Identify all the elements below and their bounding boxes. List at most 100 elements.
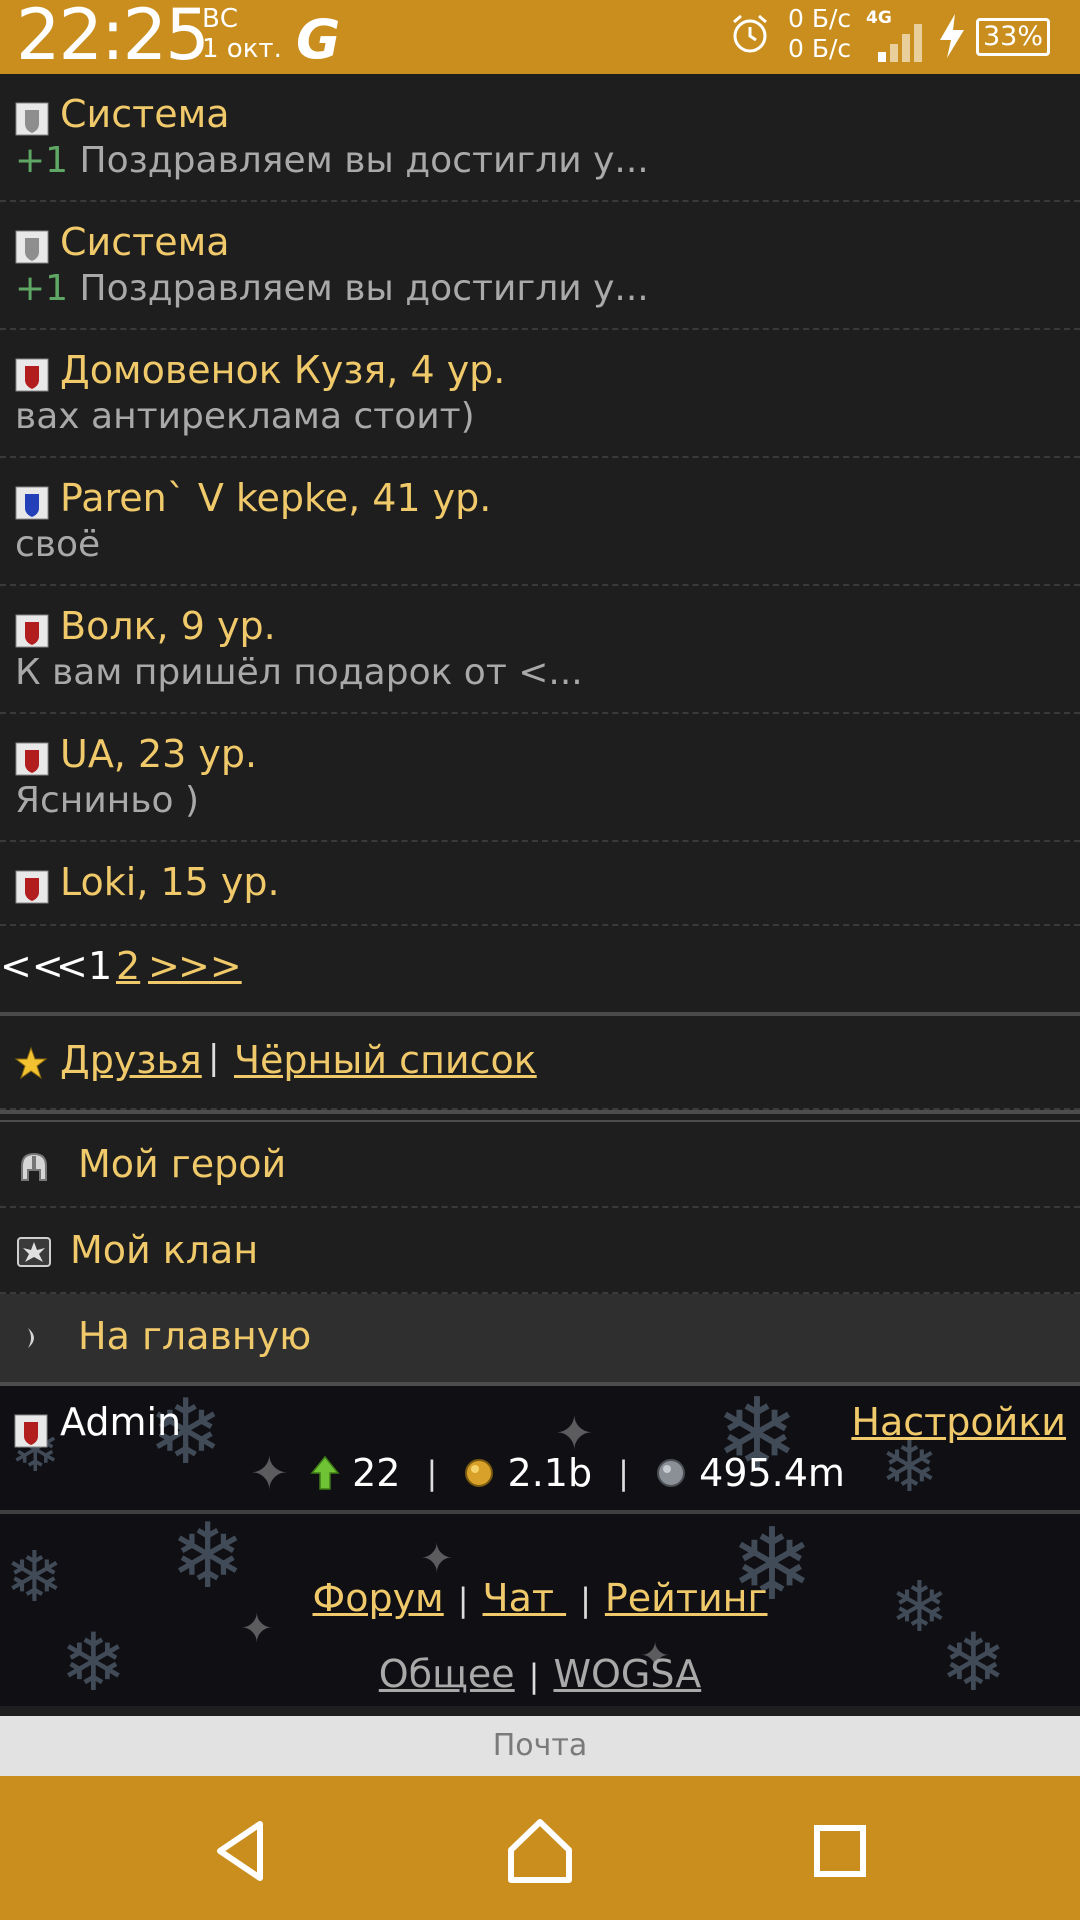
separator: |: [528, 1657, 540, 1695]
network-speed: 0 Б/с 0 Б/с: [788, 4, 851, 64]
settings-link[interactable]: Настройки: [851, 1400, 1066, 1444]
user-panel: Admin Настройки 22 | 2.1b | 495.4m: [0, 1386, 1080, 1514]
menu-label-hero: Мой герой: [78, 1142, 287, 1186]
sender-name: Система: [60, 220, 230, 264]
message-preview: К вам пришёл подарок от <...: [15, 652, 583, 693]
message-preview: своё: [15, 524, 100, 565]
unread-count: +1: [15, 268, 69, 309]
blacklist-link[interactable]: Чёрный список: [234, 1038, 537, 1082]
app-notification-icon: G: [296, 8, 341, 71]
pager-last[interactable]: >>: [178, 944, 242, 988]
message-preview: +1 Поздравляем вы достигли у...: [15, 140, 649, 181]
level-value: 22: [352, 1450, 401, 1495]
red-shield-icon: [15, 742, 49, 776]
sender-name: UA, 23 ур.: [60, 732, 258, 776]
red-shield-icon: [15, 358, 49, 392]
clock: 22:25: [16, 0, 210, 76]
separator: |: [618, 1453, 629, 1492]
message-text: К вам пришёл подарок от <...: [15, 652, 583, 693]
pagination: << < 1 2 > >>: [0, 926, 1080, 1016]
pager-next[interactable]: >: [148, 944, 180, 988]
pager-first: <<: [0, 944, 64, 988]
battery-indicator: 33%: [976, 18, 1050, 56]
signal-icon: [878, 24, 922, 62]
separator: |: [426, 1453, 438, 1492]
message-item[interactable]: Волк, 9 ур. К вам пришёл подарок от <...: [0, 586, 1080, 714]
footer-links: Форум | Чат | Рейтинг: [0, 1576, 1080, 1620]
separator: |: [580, 1581, 591, 1619]
gold-value: 2.1b: [507, 1450, 593, 1495]
browser-title-bar: Почта: [0, 1716, 1080, 1776]
sender-name: Loki, 15 ур.: [60, 860, 280, 904]
message-text: Поздравляем вы достигли у...: [68, 268, 649, 309]
clan-emblem-icon: [17, 1237, 51, 1267]
message-text: Ясниньо ): [15, 780, 200, 821]
date-block: ВС 1 окт.: [202, 4, 282, 64]
rating-link[interactable]: Рейтинг: [605, 1576, 768, 1620]
message-text: вах антиреклама стоит): [15, 396, 475, 437]
home-icon[interactable]: [505, 1816, 575, 1886]
message-preview: вах антиреклама стоит): [15, 396, 475, 437]
helmet-icon: [21, 1152, 47, 1181]
level-up-arrow-icon: [310, 1455, 340, 1490]
menu-label-clan: Мой клан: [70, 1228, 259, 1272]
wogsa-link[interactable]: WOGSA: [553, 1652, 701, 1696]
date: 1 окт.: [202, 34, 282, 64]
menu-home[interactable]: На главную: [0, 1294, 1080, 1386]
red-shield-icon: [14, 1414, 48, 1448]
forum-link[interactable]: Форум: [312, 1576, 443, 1620]
red-shield-icon: [15, 870, 49, 904]
unread-count: +1: [15, 140, 69, 181]
download-speed: 0 Б/с: [788, 34, 852, 63]
star-icon: [14, 1046, 48, 1080]
pager-current: 1: [88, 944, 113, 988]
pager-page-2[interactable]: 2: [116, 944, 140, 988]
sender-name: Волк, 9 ур.: [60, 604, 276, 648]
message-preview: Ясниньо ): [15, 780, 199, 821]
weekday: ВС: [202, 4, 238, 34]
alarm-icon: [733, 14, 767, 53]
message-list: Система +1 Поздравляем вы достигли у... Си…: [0, 74, 1080, 926]
divider: [0, 1110, 1080, 1122]
navigation-bar: [0, 1776, 1080, 1920]
menu-my-clan[interactable]: Мой клан: [0, 1208, 1080, 1294]
chevron-right-icon: [28, 1328, 34, 1348]
user-stats: 22 | 2.1b | 495.4m: [310, 1448, 845, 1495]
message-item[interactable]: Loki, 15 ур.: [0, 842, 1080, 926]
message-item[interactable]: Система +1 Поздравляем вы достигли у...: [0, 74, 1080, 202]
friends-bar: Друзья | Чёрный список: [0, 1016, 1080, 1110]
message-item[interactable]: Paren` V kepke, 41 ур. своё: [0, 458, 1080, 586]
charging-icon: [940, 14, 964, 58]
upload-speed: 0 Б/с: [788, 4, 852, 33]
silver-value: 495.4m: [699, 1450, 845, 1495]
separator: |: [208, 1038, 220, 1078]
chat-link[interactable]: Чат: [483, 1576, 567, 1620]
pager-prev: <: [56, 944, 88, 988]
recent-apps-icon[interactable]: [805, 1816, 875, 1886]
general-link[interactable]: Общее: [379, 1652, 515, 1696]
grey-shield-icon: [15, 230, 49, 264]
sender-name: Домовенок Кузя, 4 ур.: [60, 348, 506, 392]
menu-my-hero[interactable]: Мой герой: [0, 1122, 1080, 1208]
separator: |: [457, 1581, 469, 1619]
menu-label-home: На главную: [78, 1314, 312, 1358]
message-text: своё: [15, 524, 101, 565]
status-bar: 22:25 ВС 1 окт. G 0 Б/с 0 Б/с 4G 33%: [0, 0, 1080, 76]
blue-shield-icon: [15, 486, 49, 520]
message-preview: +1 Поздравляем вы достигли у...: [15, 268, 649, 309]
message-item[interactable]: UA, 23 ур. Ясниньо ): [0, 714, 1080, 842]
mail-page: Система +1 Поздравляем вы достигли у... Си…: [0, 74, 1080, 1716]
silver-coin-icon: [657, 1458, 686, 1487]
night-panel: ❄ ❄ ❄ ❄ ❄ ❄ ❄ ❄ ❄ ❄ ✦ ✦ ✦ ✦ ✦ Admin Наст…: [0, 1376, 1080, 1709]
red-shield-icon: [15, 614, 49, 648]
username: Admin: [60, 1400, 182, 1444]
footer-links-secondary: Общее | WOGSA: [0, 1652, 1080, 1696]
gold-coin-icon: [465, 1458, 494, 1487]
message-item[interactable]: Система +1 Поздравляем вы достигли у...: [0, 202, 1080, 330]
friends-link[interactable]: Друзья: [60, 1038, 202, 1082]
grey-shield-icon: [15, 102, 49, 136]
message-item[interactable]: Домовенок Кузя, 4 ур. вах антиреклама сто…: [0, 330, 1080, 458]
sender-name: Paren` V kepke, 41 ур.: [60, 476, 492, 520]
message-text: Поздравляем вы достигли у...: [68, 140, 649, 181]
back-icon[interactable]: [206, 1816, 276, 1886]
